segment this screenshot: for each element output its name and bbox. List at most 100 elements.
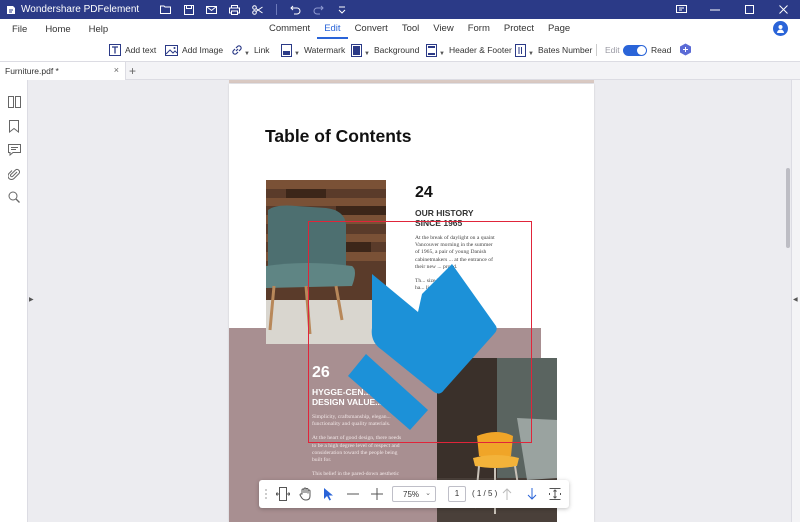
tab-comment[interactable]: Comment	[262, 19, 317, 39]
watermark-button[interactable]: ▼ Watermark	[280, 42, 345, 58]
page-count: ( 1 / 5 )	[472, 489, 498, 498]
edit-mode-label[interactable]: Edit	[605, 42, 620, 58]
search-icon[interactable]	[7, 190, 21, 204]
vertical-scrollbar[interactable]	[786, 168, 790, 248]
toolbar-separator	[596, 44, 597, 56]
quick-access-toolbar	[157, 1, 350, 18]
save-icon[interactable]	[180, 1, 197, 18]
window-controls	[664, 0, 800, 19]
header-footer-dropdown-icon[interactable]: ▼	[439, 51, 445, 57]
toolbar-separator	[276, 4, 278, 15]
previous-page-icon[interactable]	[499, 486, 515, 502]
customize-dropdown-icon[interactable]	[333, 1, 350, 18]
zoom-level-select[interactable]: 75% ⌄	[392, 486, 436, 502]
watermark-dropdown-icon[interactable]: ▼	[294, 51, 300, 57]
zoom-out-icon[interactable]	[343, 486, 363, 502]
email-icon[interactable]	[203, 1, 220, 18]
link-label: Link	[253, 45, 270, 55]
tab-view[interactable]: View	[426, 19, 460, 39]
link-button[interactable]: ▼ Link	[230, 42, 270, 58]
bates-number-label: Bates Number	[537, 45, 593, 55]
drag-handle-icon[interactable]	[263, 486, 269, 502]
menu-bar: File Home Help Comment Edit Convert Tool…	[0, 19, 800, 39]
new-tab-button[interactable]: +	[129, 64, 136, 78]
open-folder-icon[interactable]	[157, 1, 174, 18]
scissors-icon[interactable]	[249, 1, 266, 18]
edit-read-toggle[interactable]	[623, 45, 647, 56]
tab-convert[interactable]: Convert	[348, 19, 395, 39]
zoom-level-value: 75%	[403, 489, 420, 499]
menu-help[interactable]: Help	[89, 24, 109, 35]
tab-protect[interactable]: Protect	[497, 19, 541, 39]
add-image-button[interactable]: Add Image	[165, 42, 223, 58]
add-image-label: Add Image	[182, 45, 224, 55]
comment-icon[interactable]	[7, 143, 21, 157]
select-tool-icon[interactable]	[319, 486, 339, 502]
attachment-icon[interactable]	[7, 167, 21, 181]
add-text-button[interactable]: Add text	[108, 42, 156, 58]
left-panel	[0, 80, 28, 522]
maximize-icon[interactable]	[732, 0, 766, 19]
close-icon[interactable]	[766, 0, 800, 19]
app-title: Wondershare PDFelement	[21, 4, 140, 15]
bates-number-dropdown-icon[interactable]: ▼	[528, 51, 534, 57]
main-menu: File Home Help	[0, 24, 118, 35]
print-icon[interactable]	[226, 1, 243, 18]
add-text-label: Add text	[125, 45, 157, 55]
body-line: consideration toward the people being	[312, 449, 398, 456]
body-line: to be a high degree level of respect and	[312, 442, 400, 449]
watermark-icon	[280, 43, 293, 57]
menu-home[interactable]: Home	[45, 24, 70, 35]
edit-toolbar: Add text Add Image ▼ Link ▼ Watermark ▼ …	[0, 39, 800, 61]
hand-tool-icon[interactable]	[295, 486, 315, 502]
background-label: Background	[373, 45, 420, 55]
tab-tool[interactable]: Tool	[395, 19, 426, 39]
link-dropdown-icon[interactable]: ▼	[244, 51, 250, 57]
next-page-icon[interactable]	[524, 486, 540, 502]
tab-page[interactable]: Page	[541, 19, 577, 39]
ai-assistant-icon[interactable]	[679, 43, 692, 56]
bates-number-icon	[514, 43, 527, 57]
chevron-down-icon: ⌄	[425, 490, 431, 497]
tab-edit[interactable]: Edit	[317, 19, 348, 39]
ribbon-tabs: Comment Edit Convert Tool View Form Prot…	[262, 19, 577, 39]
background-button[interactable]: ▼ Background	[350, 42, 419, 58]
header-footer-button[interactable]: ▼ Header & Footer	[425, 42, 512, 58]
watermark-label: Watermark	[303, 45, 346, 55]
watermark-logo-icon	[336, 258, 506, 433]
collapse-left-panel-icon[interactable]: ▶	[29, 296, 35, 306]
read-mode-label[interactable]: Read	[651, 42, 671, 58]
document-tab-name: Furniture.pdf *	[5, 66, 59, 76]
link-icon	[230, 44, 243, 57]
header-footer-label: Header & Footer	[448, 45, 512, 55]
title-bar: Wondershare PDFelement	[0, 0, 800, 19]
undo-icon[interactable]	[287, 1, 304, 18]
document-tab-bar: Furniture.pdf * × +	[0, 61, 800, 80]
user-avatar-icon[interactable]	[773, 21, 788, 36]
section-heading-line: OUR HISTORY	[415, 208, 474, 218]
close-tab-icon[interactable]: ×	[114, 65, 119, 75]
bookmark-icon[interactable]	[7, 119, 21, 133]
section-number: 24	[415, 184, 433, 201]
background-icon	[350, 43, 363, 57]
fit-width-icon[interactable]	[273, 486, 293, 502]
thumbnails-icon[interactable]	[7, 95, 21, 109]
fit-page-icon[interactable]	[547, 486, 563, 502]
previous-page-edge	[229, 80, 594, 83]
feedback-icon[interactable]	[664, 0, 698, 19]
bates-number-button[interactable]: ▼ Bates Number	[514, 42, 592, 58]
redo-icon[interactable]	[310, 1, 327, 18]
header-footer-icon	[425, 43, 438, 57]
zoom-in-icon[interactable]	[367, 486, 387, 502]
page-navigation-toolbar: 75% ⌄ 1 ( 1 / 5 )	[259, 480, 569, 508]
app-logo-icon	[5, 4, 16, 15]
background-dropdown-icon[interactable]: ▼	[364, 51, 370, 57]
page-number-input[interactable]: 1	[448, 486, 466, 502]
minimize-icon[interactable]	[698, 0, 732, 19]
document-tab[interactable]: Furniture.pdf * ×	[0, 62, 126, 80]
menu-file[interactable]: File	[12, 24, 27, 35]
collapse-right-panel-icon[interactable]: ◀	[793, 296, 798, 303]
add-text-icon	[108, 44, 121, 57]
tab-form[interactable]: Form	[461, 19, 497, 39]
body-line: built for.	[312, 457, 332, 464]
